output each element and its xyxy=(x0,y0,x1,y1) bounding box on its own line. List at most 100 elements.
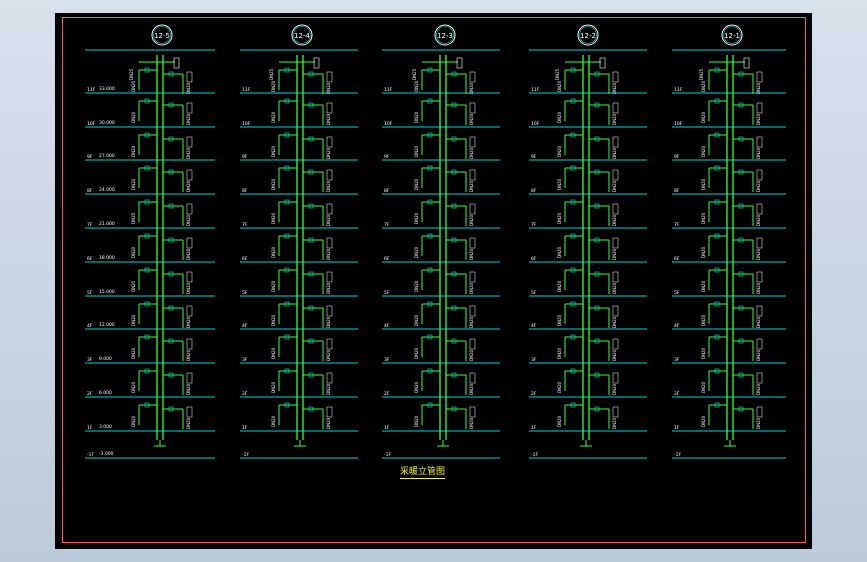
tag-box xyxy=(469,338,476,350)
floor-label: 3F xyxy=(242,357,248,363)
tag-box xyxy=(326,203,333,215)
radiator-tag: DN20 xyxy=(701,212,706,224)
radiator-tag: DN20 xyxy=(414,111,419,123)
radiator-tag: DN20 xyxy=(414,280,419,292)
tag-box xyxy=(326,372,333,384)
tag-box xyxy=(469,203,476,215)
floor-label: 4F xyxy=(531,323,537,329)
floor-label: 5F xyxy=(384,290,390,296)
floor-label: 5F xyxy=(531,290,537,296)
radiator-tag: DN20 xyxy=(186,147,191,159)
radiator-tag: DN20 xyxy=(756,349,761,361)
radiator-tag: DN20 xyxy=(131,246,136,258)
floor-label: 8F xyxy=(674,188,680,194)
tag-box xyxy=(756,271,763,283)
radiator-tag: DN20 xyxy=(701,280,706,292)
radiator-tag: DN20 xyxy=(701,314,706,326)
floor-label: 2F xyxy=(674,391,680,397)
tag-box xyxy=(612,203,619,215)
radiator-tag: DN20 xyxy=(756,82,761,94)
tag-box xyxy=(186,237,193,249)
radiator-tag: DN20 xyxy=(186,417,191,429)
radiator-tag: DN20 xyxy=(271,111,276,123)
radiator-tag: DN20 xyxy=(131,415,136,427)
radiator-tag: DN20 xyxy=(186,180,191,192)
radiator-tag: DN20 xyxy=(414,347,419,359)
tag-box xyxy=(612,338,619,350)
elevation-label: 24.000 xyxy=(99,187,115,193)
radiator-tag: DN20 xyxy=(612,349,617,361)
radiator-tag: DN20 xyxy=(469,282,474,294)
floor-label: 10F xyxy=(674,121,683,127)
radiator-tag: DN20 xyxy=(469,417,474,429)
tag-box xyxy=(469,271,476,283)
tag-box xyxy=(756,169,763,181)
floor-label: 7F xyxy=(384,222,390,228)
tag-box xyxy=(326,237,333,249)
tag-box xyxy=(756,102,763,114)
floor-label: 6F xyxy=(242,256,248,262)
tag-box xyxy=(326,271,333,283)
tag-box xyxy=(612,136,619,148)
radiator-tag: DN20 xyxy=(414,381,419,393)
floor-label: 5F xyxy=(242,290,248,296)
tag-box xyxy=(326,338,333,350)
floor-label: 8F xyxy=(384,188,390,194)
radiator-tag: DN20 xyxy=(414,415,419,427)
radiator-tag: DN20 xyxy=(271,280,276,292)
floor-label: 2F xyxy=(242,391,248,397)
radiator-tag: DN20 xyxy=(701,111,706,123)
floor-label: 11F xyxy=(531,87,540,93)
radiator-tag: DN20 xyxy=(186,113,191,125)
radiator-tag: DN20 xyxy=(326,316,331,328)
radiator-tag: DN20 xyxy=(326,248,331,260)
radiator-tag: DN20 xyxy=(557,415,562,427)
floor-label: 9F xyxy=(531,154,537,160)
elevation-label: 3.000 xyxy=(99,424,112,430)
elevation-label: 12.000 xyxy=(99,322,115,328)
floor-label: 4F xyxy=(384,323,390,329)
radiator-tag: DN20 xyxy=(131,381,136,393)
tag-box xyxy=(612,406,619,418)
floor-label: 10F xyxy=(531,121,540,127)
riser-id-label: 12-4 xyxy=(294,32,310,40)
radiator-tag: DN20 xyxy=(414,246,419,258)
radiator-tag: DN20 xyxy=(271,381,276,393)
floor-label: 10F xyxy=(87,121,96,127)
radiator-tag: DN20 xyxy=(701,246,706,258)
tag-box xyxy=(469,71,476,83)
radiator-tag: DN20 xyxy=(271,178,276,190)
tag-box xyxy=(326,102,333,114)
floor-label: 8F xyxy=(87,188,93,194)
tag-box xyxy=(469,237,476,249)
floor-label: -1F xyxy=(384,452,391,458)
elevation-label: 21.000 xyxy=(99,221,115,227)
floor-label: -1F xyxy=(674,452,681,458)
radiator-tag: DN20 xyxy=(326,349,331,361)
radiator-tag: DN20 xyxy=(326,113,331,125)
radiator-tag: DN20 xyxy=(701,80,706,92)
floor-label: 4F xyxy=(242,323,248,329)
elevation-label: 9.000 xyxy=(99,356,112,362)
tag-box xyxy=(326,71,333,83)
radiator-tag: DN20 xyxy=(131,212,136,224)
radiator-tag: DN20 xyxy=(469,82,474,94)
tag-box xyxy=(612,305,619,317)
radiator-tag: DN20 xyxy=(701,347,706,359)
elevation-label: 15.000 xyxy=(99,289,115,295)
floor-label: 1F xyxy=(242,425,248,431)
tag-box xyxy=(469,372,476,384)
radiator-tag: DN20 xyxy=(756,282,761,294)
radiator-tag: DN20 xyxy=(557,381,562,393)
radiator-tag: DN20 xyxy=(469,316,474,328)
tag-box xyxy=(326,305,333,317)
radiator-tag: DN20 xyxy=(612,383,617,395)
radiator-tag: DN20 xyxy=(131,80,136,92)
tag-box xyxy=(186,338,193,350)
radiator-tag: DN20 xyxy=(756,417,761,429)
radiator-tag: DN20 xyxy=(756,316,761,328)
tag-box xyxy=(612,71,619,83)
radiator-tag: DN20 xyxy=(557,347,562,359)
radiator-tag: DN20 xyxy=(414,178,419,190)
radiator-tag: DN20 xyxy=(186,282,191,294)
